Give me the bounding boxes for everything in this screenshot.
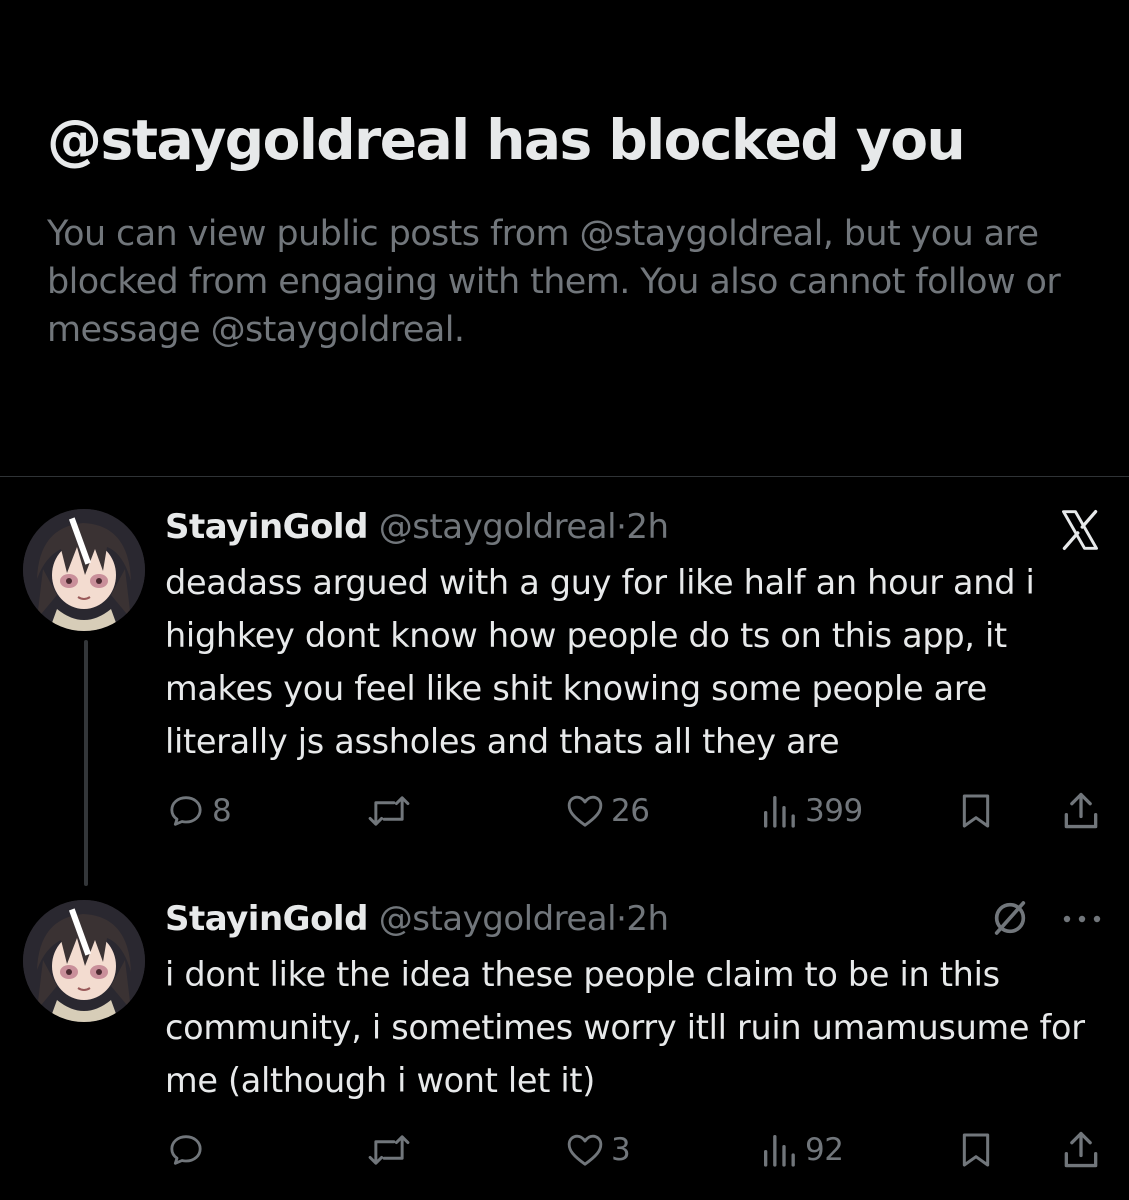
reply-icon (170, 1135, 202, 1165)
heart-icon (567, 1134, 603, 1166)
bookmark-icon (962, 794, 990, 828)
bookmark-button[interactable] (956, 1129, 996, 1171)
repost-button[interactable] (366, 1130, 418, 1170)
bookmark-icon (962, 1133, 990, 1167)
post-text: i dont like the idea these people claim … (165, 955, 1085, 1100)
repost-button[interactable] (366, 791, 418, 831)
view-count: 92 (805, 1132, 844, 1168)
like-count: 3 (611, 1132, 631, 1168)
avatar[interactable] (23, 509, 145, 631)
separator: · (616, 507, 627, 547)
like-button[interactable]: 3 (565, 1130, 631, 1170)
timestamp[interactable]: 2h (626, 507, 669, 547)
reply-button[interactable]: 8 (166, 791, 232, 831)
share-button[interactable] (1059, 1128, 1103, 1172)
bookmark-button[interactable] (956, 790, 996, 832)
post-text: deadass argued with a guy for like half … (165, 563, 1035, 761)
views-button[interactable]: 399 (759, 791, 863, 831)
repost-icon (368, 796, 410, 826)
block-description: You can view public posts from @staygold… (47, 214, 1061, 350)
share-button[interactable] (1059, 789, 1103, 833)
display-name[interactable]: StayinGold (165, 899, 368, 939)
share-icon (1064, 1131, 1098, 1168)
views-icon (764, 1135, 795, 1167)
divider (0, 476, 1129, 477)
x-logo-icon[interactable] (1057, 508, 1103, 552)
post-header: StayinGold @staygoldreal·2h (165, 897, 669, 941)
repost-icon (368, 1135, 410, 1165)
share-icon (1064, 792, 1098, 829)
handle[interactable]: @staygoldreal (379, 507, 617, 547)
separator: · (616, 899, 627, 939)
no-reply-icon (994, 901, 1026, 935)
post-header: StayinGold @staygoldreal·2h (165, 505, 669, 549)
more-options-icon[interactable] (1060, 912, 1104, 926)
views-button[interactable]: 92 (759, 1130, 844, 1170)
views-icon (764, 796, 795, 828)
block-title: @staygoldreal has blocked you (47, 108, 966, 172)
handle[interactable]: @staygoldreal (379, 899, 617, 939)
reply-count: 8 (212, 793, 232, 829)
display-name[interactable]: StayinGold (165, 507, 368, 547)
view-count: 399 (805, 793, 863, 829)
avatar[interactable] (23, 900, 145, 1022)
timestamp[interactable]: 2h (626, 899, 669, 939)
reply-button[interactable] (166, 1130, 212, 1170)
reply-icon (170, 796, 202, 826)
like-button[interactable]: 26 (565, 791, 650, 831)
like-count: 26 (611, 793, 650, 829)
heart-icon (567, 795, 603, 827)
thread-connector-line (84, 640, 88, 886)
